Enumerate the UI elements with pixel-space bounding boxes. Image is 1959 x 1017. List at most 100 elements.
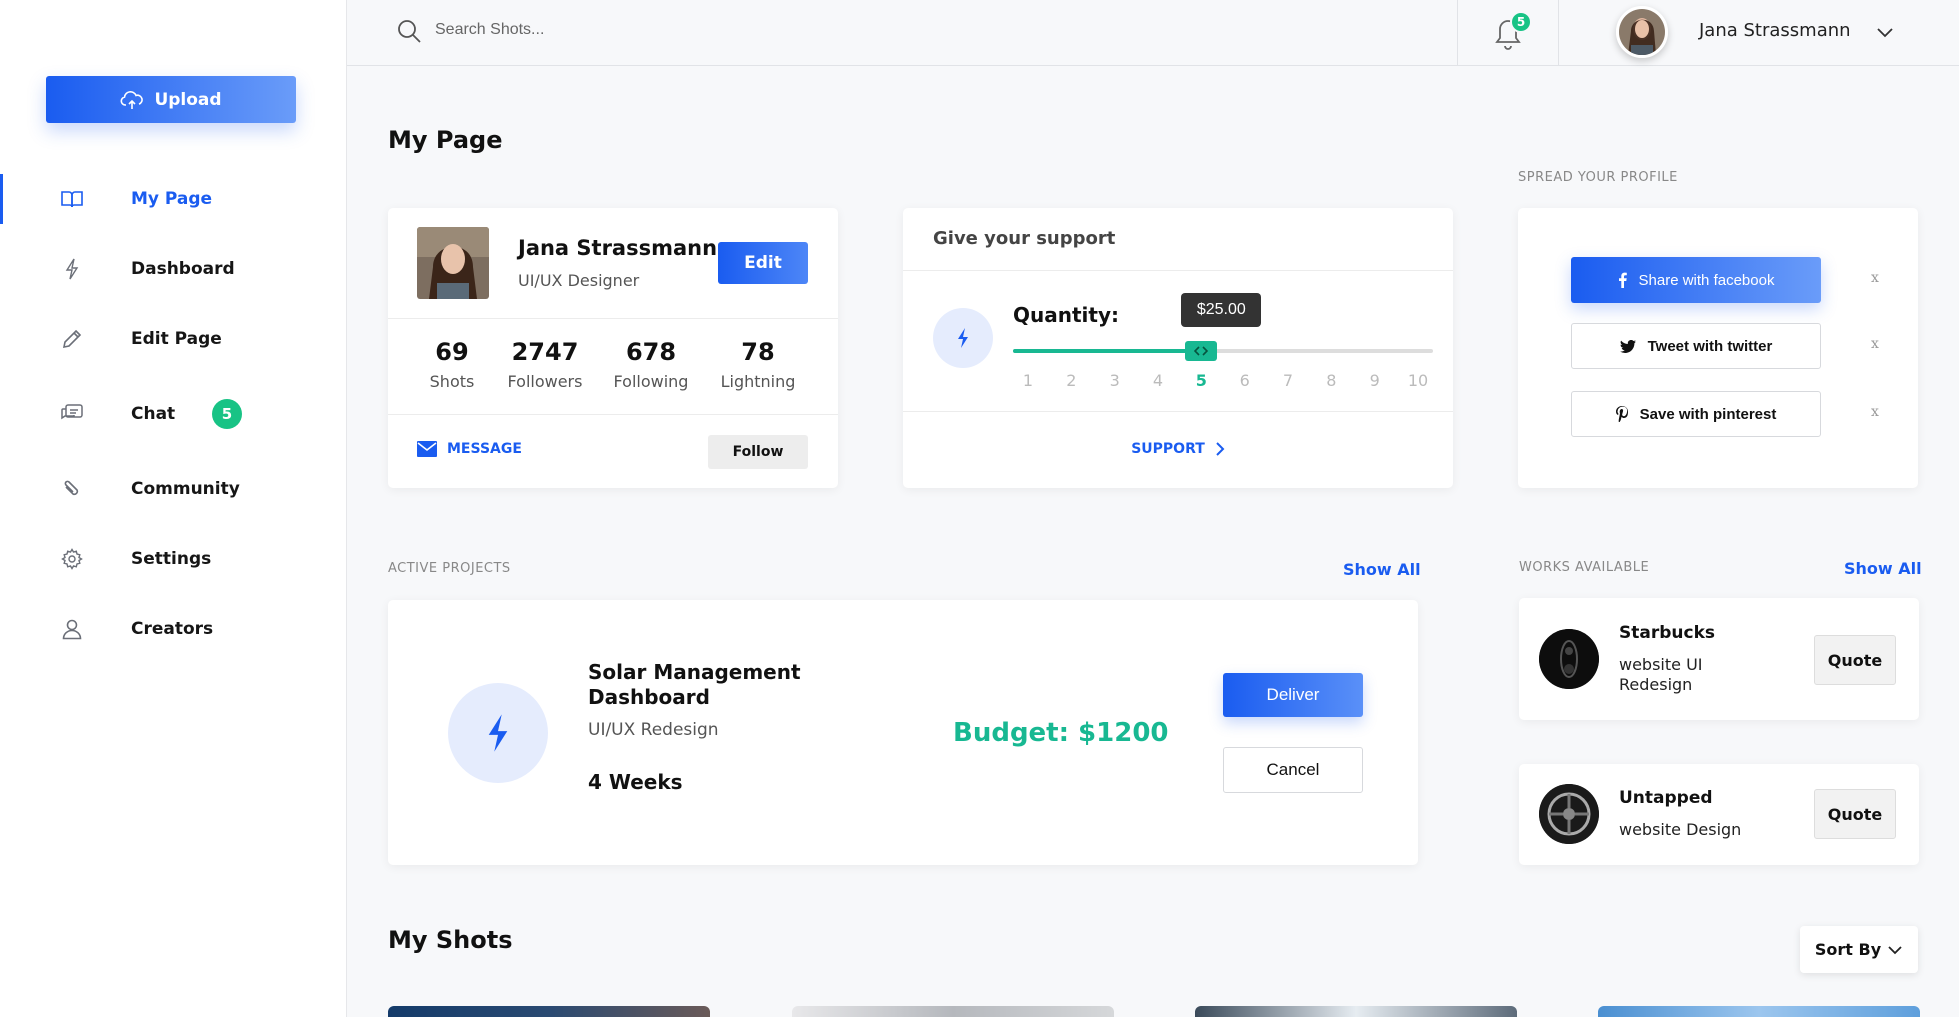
sort-by-label: Sort By	[1814, 940, 1882, 959]
sidebar-item-settings[interactable]: Settings	[0, 534, 346, 584]
quote-button[interactable]: Quote	[1814, 635, 1896, 685]
sidebar-item-label: Community	[131, 479, 240, 499]
message-link[interactable]: MESSAGE	[417, 441, 522, 457]
stat-value: 2747	[511, 338, 579, 366]
follow-button[interactable]: Follow	[708, 435, 808, 469]
shot-thumbnail[interactable]	[1195, 1006, 1517, 1017]
share-facebook-label: Share with facebook	[1638, 271, 1775, 289]
edit-button[interactable]: Edit	[718, 242, 808, 284]
topbar: 5 Jana Strassmann	[347, 0, 1959, 66]
projects-show-all-link[interactable]: Show All	[1343, 560, 1421, 579]
amount-tooltip: $25.00	[1181, 293, 1262, 327]
quantity-tick[interactable]: 5	[1186, 371, 1216, 390]
works-show-all-link[interactable]: Show All	[1844, 559, 1922, 578]
username: Jana Strassmann	[1699, 20, 1851, 41]
quantity-tick[interactable]: 1	[1013, 371, 1043, 390]
chevron-right-icon	[1216, 442, 1225, 456]
shot-thumbnail[interactable]	[792, 1006, 1114, 1017]
close-icon[interactable]: x	[1871, 336, 1879, 352]
divider	[1558, 0, 1559, 66]
support-title: Give your support	[933, 228, 1116, 249]
bolt-icon	[958, 328, 968, 348]
work-name: Starbucks	[1619, 623, 1715, 643]
deliver-button[interactable]: Deliver	[1223, 673, 1363, 717]
upload-button[interactable]: Upload	[46, 76, 296, 123]
shot-thumbnail[interactable]	[388, 1006, 710, 1017]
quantity-slider[interactable]	[1013, 349, 1433, 353]
untapped-logo	[1539, 784, 1599, 844]
profile-role: UI/UX Designer	[518, 271, 640, 290]
stat-lightning: 78 Lightning	[703, 338, 813, 391]
book-icon	[60, 187, 84, 211]
stat-label: Following	[613, 372, 689, 391]
sidebar-item-label: Edit Page	[131, 329, 222, 349]
user-icon	[60, 617, 84, 641]
quantity-tick[interactable]: 3	[1100, 371, 1130, 390]
sidebar: Upload My Page Dashboard Edit Page Chat …	[0, 0, 347, 1017]
quantity-tick[interactable]: 4	[1143, 371, 1173, 390]
sidebar-item-my-page[interactable]: My Page	[0, 174, 346, 224]
slider-fill	[1013, 349, 1202, 353]
stat-followers[interactable]: 2747 Followers	[490, 338, 600, 391]
support-button[interactable]: SUPPORT	[903, 441, 1453, 457]
cancel-button[interactable]: Cancel	[1223, 747, 1363, 793]
stat-value: 78	[741, 338, 775, 366]
lightning-badge	[933, 308, 993, 368]
support-label: SUPPORT	[1131, 441, 1205, 457]
sidebar-item-dashboard[interactable]: Dashboard	[0, 244, 346, 294]
works-available-label: WORKS AVAILABLE	[1519, 560, 1650, 575]
shot-thumbnail[interactable]	[1598, 1006, 1920, 1017]
chevron-down-icon	[1888, 945, 1902, 954]
close-icon[interactable]: x	[1871, 270, 1879, 286]
quantity-tick[interactable]: 6	[1230, 371, 1260, 390]
quantity-tick[interactable]: 9	[1360, 371, 1390, 390]
quantity-tick[interactable]: 2	[1056, 371, 1086, 390]
close-icon[interactable]: x	[1871, 404, 1879, 420]
quantity-label: Quantity:	[1013, 303, 1119, 327]
quantity-tick[interactable]: 7	[1273, 371, 1303, 390]
slider-handle[interactable]	[1185, 341, 1218, 361]
share-card: Share with facebook x Tweet with twitter…	[1518, 208, 1918, 488]
sidebar-item-label: Creators	[131, 619, 214, 639]
pencil-icon	[60, 327, 84, 351]
share-facebook-button[interactable]: Share with facebook	[1571, 257, 1821, 303]
work-item: Starbucks website UI Redesign Quote	[1519, 598, 1919, 720]
quantity-tick[interactable]: 8	[1316, 371, 1346, 390]
chat-icon	[60, 402, 84, 426]
sidebar-item-community[interactable]: Community	[0, 464, 346, 514]
sort-by-dropdown[interactable]: Sort By	[1800, 926, 1918, 973]
sidebar-item-chat[interactable]: Chat 5	[0, 389, 346, 439]
profile-card: Jana Strassmann UI/UX Designer Edit 69 S…	[388, 208, 838, 488]
drag-arrows-icon	[1194, 346, 1209, 356]
avatar[interactable]	[1616, 6, 1668, 58]
share-twitter-button[interactable]: Tweet with twitter	[1571, 323, 1821, 369]
share-pinterest-button[interactable]: Save with pinterest	[1571, 391, 1821, 437]
stat-following[interactable]: 678 Following	[596, 338, 706, 391]
sidebar-item-label: Settings	[131, 549, 212, 569]
profile-name: Jana Strassmann	[518, 236, 718, 260]
chevron-down-icon[interactable]	[1875, 22, 1895, 42]
share-twitter-label: Tweet with twitter	[1647, 337, 1773, 355]
bolt-icon	[488, 714, 508, 752]
quote-button[interactable]: Quote	[1814, 789, 1896, 839]
project-card: Solar Management Dashboard UI/UX Redesig…	[388, 600, 1418, 865]
share-pinterest-label: Save with pinterest	[1639, 405, 1777, 423]
sidebar-item-creators[interactable]: Creators	[0, 604, 346, 654]
active-projects-label: ACTIVE PROJECTS	[388, 561, 511, 576]
quantity-tick[interactable]: 10	[1403, 371, 1433, 390]
divider	[388, 414, 838, 415]
divider	[388, 318, 838, 319]
work-description: website UI Redesign	[1619, 655, 1703, 694]
paperclip-icon	[60, 477, 84, 501]
divider	[903, 270, 1453, 271]
page-title: My Page	[388, 126, 503, 154]
search-input[interactable]	[435, 14, 1035, 46]
spread-profile-label: SPREAD YOUR PROFILE	[1518, 170, 1678, 185]
facebook-icon	[1618, 272, 1627, 288]
stat-label: Lightning	[720, 372, 796, 391]
sidebar-item-edit-page[interactable]: Edit Page	[0, 314, 346, 364]
project-duration: 4 Weeks	[588, 770, 683, 794]
sidebar-item-label: Dashboard	[131, 259, 235, 279]
project-budget: Budget: $1200	[953, 718, 1169, 748]
bolt-icon	[60, 257, 84, 281]
